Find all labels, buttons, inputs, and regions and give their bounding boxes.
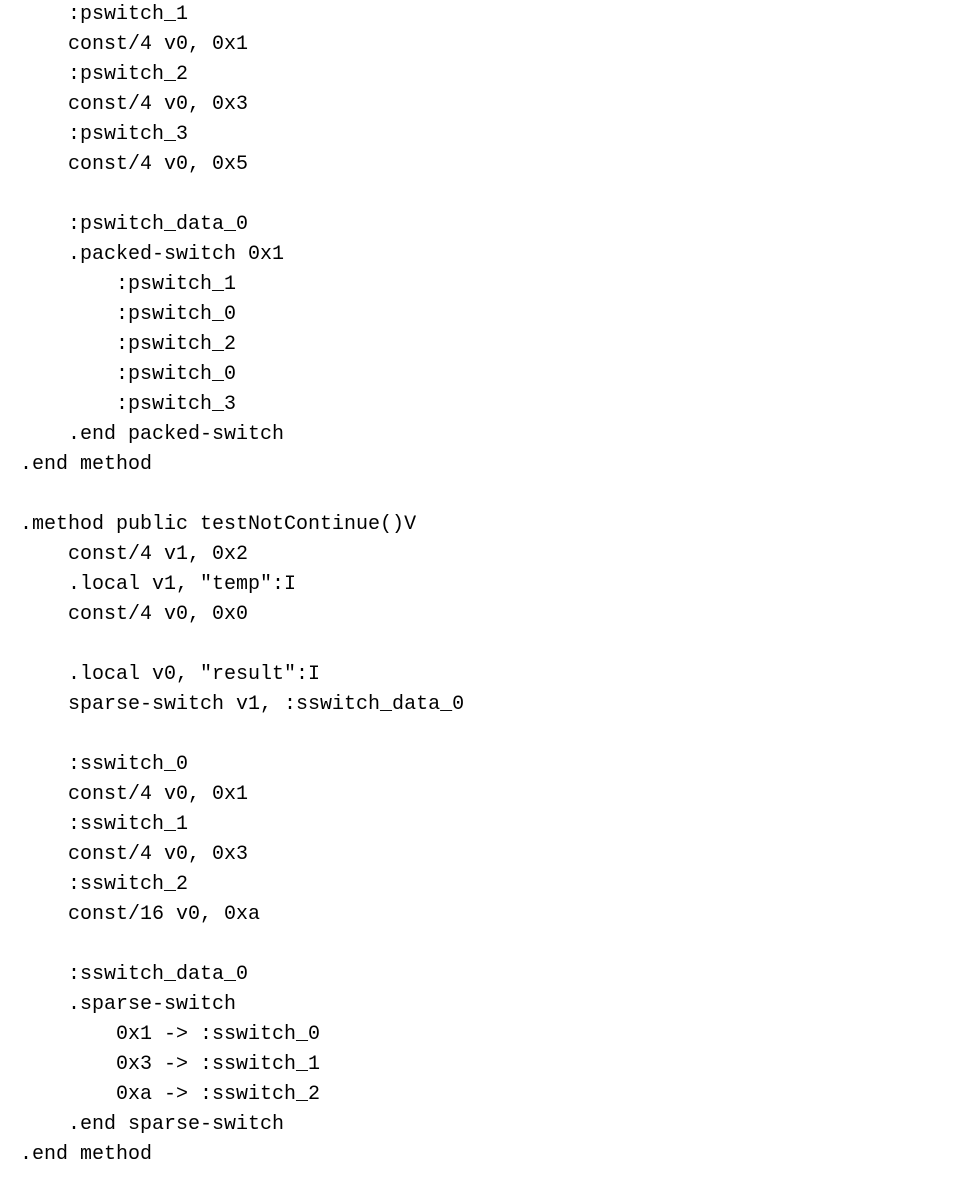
code-block: :pswitch_1 const/4 v0, 0x1 :pswitch_2 co… [20,0,942,1170]
code-line: :sswitch_data_0 [20,960,942,990]
code-line: const/4 v1, 0x2 [20,540,942,570]
code-line: const/4 v0, 0x3 [20,840,942,870]
code-line [20,180,942,210]
code-line: const/4 v0, 0x1 [20,30,942,60]
code-line: :pswitch_data_0 [20,210,942,240]
code-line: const/4 v0, 0x1 [20,780,942,810]
code-line: :sswitch_2 [20,870,942,900]
code-document: :pswitch_1 const/4 v0, 0x1 :pswitch_2 co… [0,0,962,1190]
code-line: .local v0, "result":I [20,660,942,690]
code-line: :sswitch_0 [20,750,942,780]
code-line [20,480,942,510]
code-line: sparse-switch v1, :sswitch_data_0 [20,690,942,720]
code-line: :pswitch_2 [20,60,942,90]
code-line: const/4 v0, 0x5 [20,150,942,180]
code-line: .end method [20,1140,942,1170]
code-line: :pswitch_3 [20,390,942,420]
code-line: :sswitch_1 [20,810,942,840]
code-line: :pswitch_0 [20,300,942,330]
code-line: .end packed-switch [20,420,942,450]
code-line: .local v1, "temp":I [20,570,942,600]
code-line: :pswitch_1 [20,270,942,300]
code-line [20,930,942,960]
code-line: const/4 v0, 0x0 [20,600,942,630]
code-line: .end sparse-switch [20,1110,942,1140]
code-line: :pswitch_2 [20,330,942,360]
code-line: :pswitch_0 [20,360,942,390]
code-line [20,720,942,750]
code-line: .packed-switch 0x1 [20,240,942,270]
code-line: .end method [20,450,942,480]
code-line: const/16 v0, 0xa [20,900,942,930]
code-line: .method public testNotContinue()V [20,510,942,540]
code-line: 0x1 -> :sswitch_0 [20,1020,942,1050]
code-line: :pswitch_1 [20,0,942,30]
code-line [20,630,942,660]
code-line: :pswitch_3 [20,120,942,150]
code-line: .sparse-switch [20,990,942,1020]
code-line: 0x3 -> :sswitch_1 [20,1050,942,1080]
code-line: 0xa -> :sswitch_2 [20,1080,942,1110]
code-line: const/4 v0, 0x3 [20,90,942,120]
